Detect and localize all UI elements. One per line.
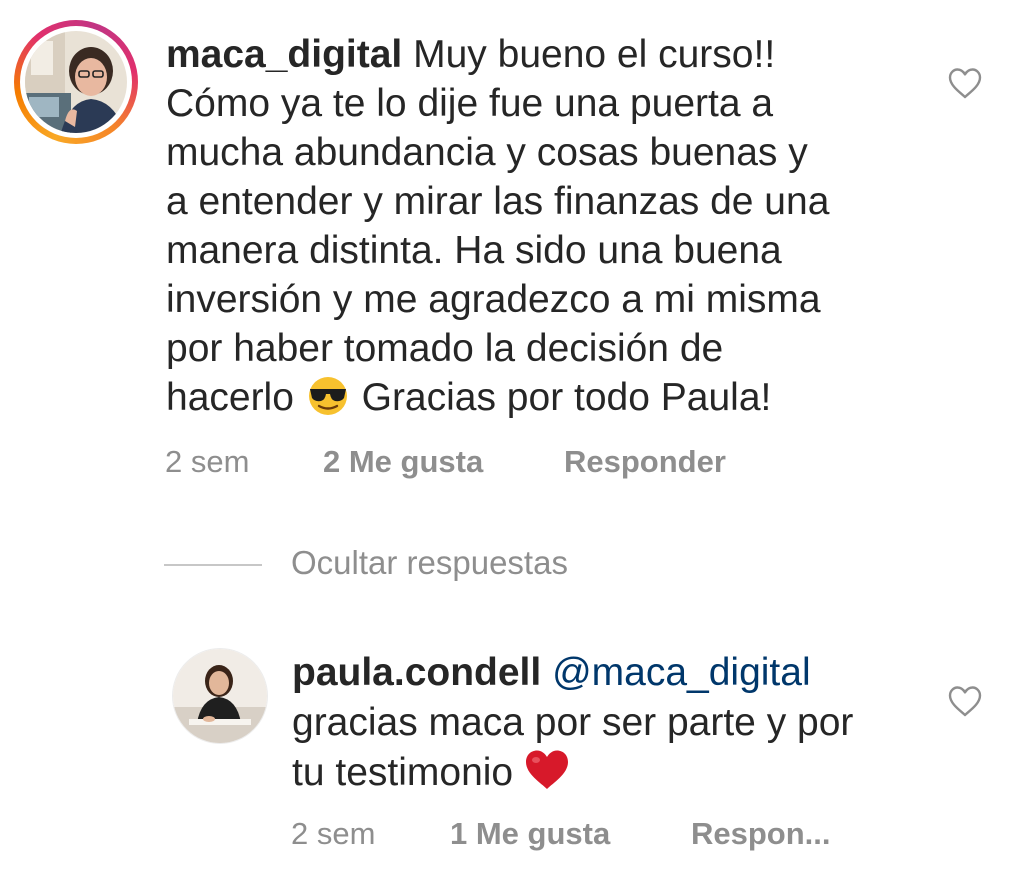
reply-line: gracias maca por ser parte y por (292, 701, 854, 744)
comment-line: por haber tomado la decisión de (166, 327, 724, 370)
comment-line: a entender y mirar las finanzas de una (166, 180, 830, 223)
reply-time: 2 sem (291, 816, 376, 851)
comment-time: 2 sem (165, 444, 250, 479)
hide-replies-button[interactable]: Ocultar respuestas (291, 544, 568, 582)
sunglasses-emoji-icon (305, 376, 351, 416)
reply-button[interactable]: Respon... (691, 816, 831, 852)
story-ring-avatar[interactable] (14, 20, 138, 144)
reply-username[interactable]: paula.condell (292, 651, 541, 694)
comment-line: manera distinta. Ha sido una buena (166, 229, 782, 272)
heart-outline-icon[interactable] (947, 66, 983, 100)
user-photo-icon (25, 31, 127, 133)
avatar (25, 31, 127, 133)
likes-count-button[interactable]: 1 Me gusta (450, 816, 610, 852)
heart-outline-icon[interactable] (947, 684, 983, 718)
reply-button[interactable]: Responder (564, 444, 726, 480)
likes-count-button[interactable]: 2 Me gusta (323, 444, 483, 480)
comment-line: Muy bueno el curso!! (413, 33, 776, 76)
red-heart-emoji-icon (524, 749, 570, 791)
comment-meta: 2 sem 2 Me gusta Responder (165, 444, 726, 480)
comment-body: maca_digital Muy bueno el curso!! Cómo y… (166, 30, 886, 422)
comment-line: Gracias por todo Paula! (361, 376, 772, 419)
comment-username[interactable]: maca_digital (166, 33, 402, 76)
reply-meta: 2 sem 1 Me gusta Respon... (291, 816, 831, 852)
reply-body: paula.condell @maca_digital gracias maca… (292, 648, 912, 798)
user-photo-icon (173, 649, 267, 743)
comment-line: inversión y me agradezco a mi misma (166, 278, 821, 321)
comment-line: Cómo ya te lo dije fue una puerta a (166, 82, 774, 125)
reply-avatar[interactable] (172, 648, 268, 744)
comment-line: hacerlo (166, 376, 294, 419)
reply-line: tu testimonio (292, 751, 514, 794)
comment-line: mucha abundancia y cosas buenas y (166, 131, 808, 174)
mention-link[interactable]: @maca_digital (552, 651, 811, 694)
hide-replies-divider (164, 564, 262, 566)
